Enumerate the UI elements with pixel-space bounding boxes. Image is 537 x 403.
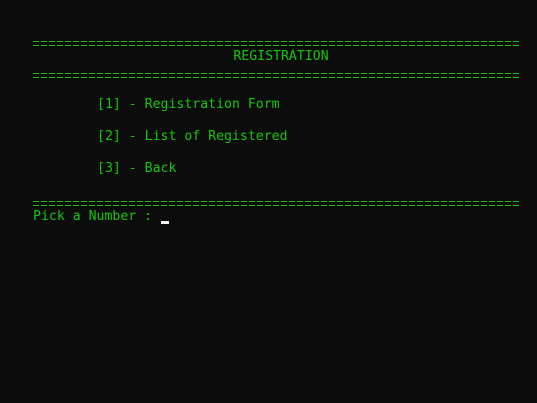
top-divider: [33, 41, 520, 47]
bottom-divider: [33, 201, 520, 207]
menu-item-back: [3] - Back: [97, 161, 177, 176]
menu-item-registration-form: [1] - Registration Form: [97, 97, 280, 112]
console-window: REGISTRATION [1] - Registration Form [2]…: [0, 0, 537, 403]
text-cursor[interactable]: [161, 221, 169, 224]
menu-item-list-of-registered: [2] - List of Registered: [97, 129, 288, 144]
title-divider: [33, 73, 520, 79]
screen-title: REGISTRATION: [233, 49, 329, 64]
input-prompt: Pick a Number :: [33, 209, 161, 224]
